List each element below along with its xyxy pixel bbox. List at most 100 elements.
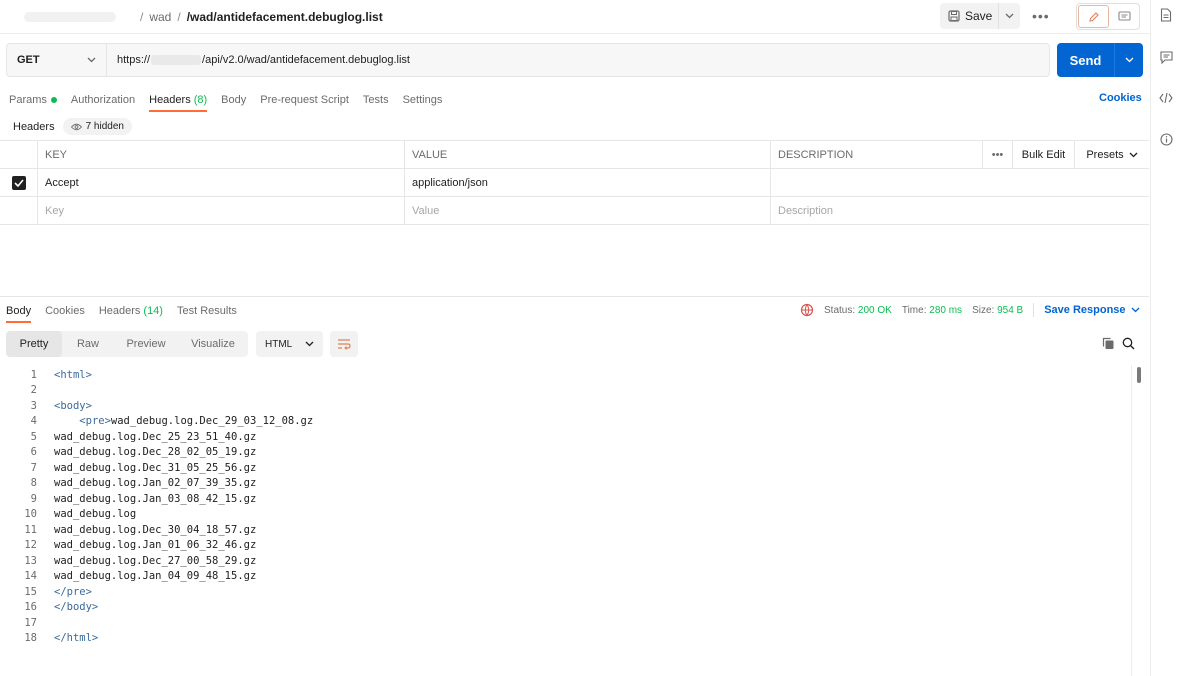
- response-format-select[interactable]: HTML: [256, 331, 323, 357]
- size-info[interactable]: Size: 954 B: [972, 305, 1023, 316]
- code-text: </html>: [54, 632, 99, 645]
- documentation-icon[interactable]: [1159, 8, 1173, 22]
- row-checkbox[interactable]: [0, 169, 38, 196]
- more-columns-icon[interactable]: •••: [983, 141, 1013, 168]
- view-pretty-button[interactable]: Pretty: [6, 331, 62, 357]
- network-globe-icon[interactable]: [800, 303, 814, 317]
- send-button-group: Send: [1057, 43, 1143, 77]
- response-divider[interactable]: [0, 296, 1149, 297]
- tab-body[interactable]: Body: [221, 89, 246, 111]
- save-button[interactable]: Save: [940, 3, 998, 29]
- code-snippet-icon[interactable]: [1159, 91, 1173, 105]
- presets-dropdown[interactable]: Presets: [1075, 141, 1149, 168]
- header-description-field[interactable]: [771, 169, 1149, 196]
- tab-response-cookies[interactable]: Cookies: [45, 300, 85, 322]
- view-visualize-button[interactable]: Visualize: [178, 331, 248, 357]
- tab-headers[interactable]: Headers (8): [149, 89, 208, 112]
- time-label: Time:: [901, 304, 927, 316]
- host-redacted: [151, 55, 202, 65]
- chevron-down-icon: [1131, 307, 1140, 313]
- header-value-field[interactable]: application/json: [405, 169, 771, 196]
- code-text: wad_debug.log.Dec_30_04_18_57.gz: [54, 523, 257, 536]
- code-text: wad_debug.log.Dec_28_02_05_19.gz: [54, 446, 257, 459]
- description-input[interactable]: Description: [771, 197, 1149, 224]
- line-number: 6: [30, 446, 37, 459]
- params-active-dot: [50, 97, 57, 103]
- tab-pre-request-script[interactable]: Pre-request Script: [260, 89, 349, 111]
- chevron-down-icon: [305, 341, 314, 347]
- tab-test-results[interactable]: Test Results: [177, 300, 237, 322]
- code-text: wad_debug.log.Dec_31_05_25_56.gz: [54, 461, 257, 474]
- method-select[interactable]: GET: [7, 44, 107, 76]
- line-number: 1: [30, 368, 37, 381]
- code-text: wad_debug.log.Jan_01_06_32_46.gz: [54, 539, 257, 552]
- column-value: VALUE: [405, 141, 771, 168]
- code-text: wad_debug.log.Dec_27_00_58_29.gz: [54, 554, 257, 567]
- tab-settings[interactable]: Settings: [403, 89, 443, 111]
- cookies-link[interactable]: Cookies: [1099, 92, 1142, 104]
- status-info[interactable]: Status: 200 OK: [824, 305, 892, 316]
- comment-mode-button[interactable]: [1110, 4, 1139, 29]
- view-raw-button[interactable]: Raw: [62, 331, 114, 357]
- info-icon[interactable]: [1159, 132, 1173, 146]
- line-number: 3: [30, 399, 37, 412]
- bulk-edit-button[interactable]: Bulk Edit: [1013, 141, 1075, 168]
- line-number: 4: [30, 415, 37, 428]
- code-line: 10 wad_debug.log: [0, 507, 1130, 523]
- response-body-editor[interactable]: 1 <html> 2 3 <body> 4 <pre>wad_debug.log.Dec_…: [0, 367, 1130, 646]
- tab-params[interactable]: Params: [9, 89, 57, 111]
- code-line: 1 <html>: [0, 367, 1130, 383]
- key-input[interactable]: Key: [38, 197, 405, 224]
- value-input[interactable]: Value: [405, 197, 771, 224]
- line-number: 15: [24, 585, 37, 598]
- column-key: KEY: [38, 141, 405, 168]
- view-preview-button[interactable]: Preview: [114, 331, 178, 357]
- table-row: Accept application/json: [0, 169, 1149, 197]
- more-actions-icon[interactable]: •••: [1032, 8, 1050, 24]
- tab-label: Headers: [149, 94, 191, 106]
- wrap-lines-button[interactable]: [330, 331, 358, 357]
- copy-icon[interactable]: [1102, 337, 1115, 353]
- code-line: 6 wad_debug.log.Dec_28_02_05_19.gz: [0, 445, 1130, 461]
- tab-authorization[interactable]: Authorization: [71, 89, 135, 111]
- save-response-button[interactable]: Save Response: [1044, 304, 1140, 316]
- hidden-headers-toggle[interactable]: 7 hidden: [62, 118, 132, 135]
- code-line: 14 wad_debug.log.Jan_04_09_48_15.gz: [0, 569, 1130, 585]
- code-text: <pre>wad_debug.log.Dec_29_03_12_08.gz: [79, 415, 314, 428]
- tab-tests[interactable]: Tests: [363, 89, 389, 111]
- line-number: 14: [24, 570, 37, 583]
- table-header-row: KEY VALUE DESCRIPTION ••• Bulk Edit Pres…: [0, 141, 1149, 169]
- response-status-bar: Status: 200 OK Time: 280 ms Size: 954 B …: [800, 303, 1140, 317]
- code-line: 15 </pre>: [0, 584, 1130, 600]
- breadcrumb: / wad / /wad/antidefacement.debuglog.lis…: [24, 10, 383, 24]
- edit-mode-button[interactable]: [1078, 5, 1109, 28]
- code-text: </pre>: [54, 585, 92, 598]
- send-options-button[interactable]: [1115, 43, 1143, 77]
- save-options-button[interactable]: [999, 13, 1020, 19]
- line-number: 9: [30, 492, 37, 505]
- table-row-empty: Key Value Description: [0, 197, 1149, 225]
- presets-label: Presets: [1086, 148, 1124, 161]
- status-label: Status:: [824, 304, 856, 316]
- code-line: 7 wad_debug.log.Dec_31_05_25_56.gz: [0, 460, 1130, 476]
- tab-response-body[interactable]: Body: [6, 300, 32, 323]
- comments-icon[interactable]: [1159, 50, 1173, 64]
- status-value: 200 OK: [857, 304, 892, 316]
- time-info[interactable]: Time: 280 ms: [902, 305, 962, 316]
- breadcrumb-parent[interactable]: wad: [149, 10, 171, 24]
- code-line: 8 wad_debug.log.Jan_02_07_39_35.gz: [0, 476, 1130, 492]
- code-line: 18 </html>: [0, 631, 1130, 647]
- search-icon[interactable]: [1122, 337, 1135, 353]
- request-name[interactable]: /wad/antidefacement.debuglog.list: [187, 10, 383, 24]
- line-number: 8: [30, 477, 37, 490]
- scrollbar-thumb[interactable]: [1137, 367, 1141, 383]
- url-input[interactable]: https:// /api/v2.0/wad/antidefacement.de…: [107, 44, 1049, 76]
- code-line: 5 wad_debug.log.Dec_25_23_51_40.gz: [0, 429, 1130, 445]
- tab-response-headers[interactable]: Headers (14): [99, 300, 163, 322]
- editor-scrollbar[interactable]: [1131, 365, 1149, 676]
- workspace-name-redacted[interactable]: [24, 11, 116, 22]
- header-key-field[interactable]: Accept: [38, 169, 405, 196]
- send-button[interactable]: Send: [1057, 43, 1114, 77]
- method-label: GET: [17, 54, 40, 66]
- breadcrumb-separator: /: [140, 9, 144, 24]
